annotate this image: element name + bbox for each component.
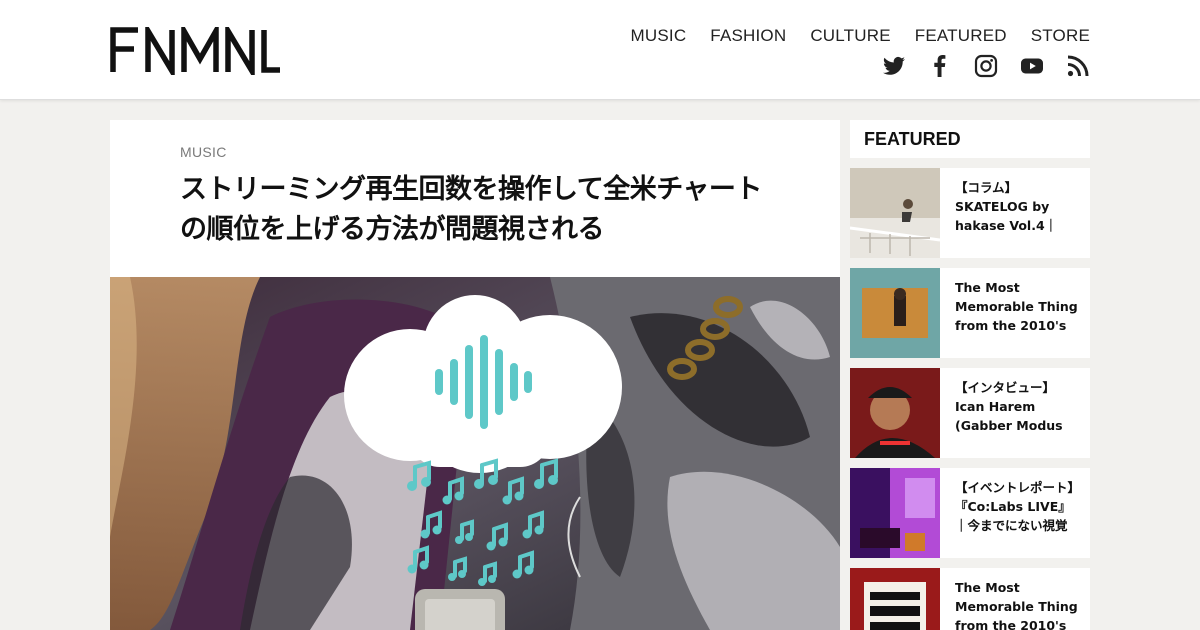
nav-featured[interactable]: FEATURED <box>915 26 1007 46</box>
twitter-icon[interactable] <box>882 54 906 78</box>
featured-card[interactable]: 【コラム】SKATELOG by hakase Vol.4｜2019 <box>850 168 1090 258</box>
featured-title[interactable]: The Most Memorable Thing from the 2010's… <box>955 578 1079 630</box>
hero-image[interactable] <box>110 277 840 630</box>
featured-thumbnail[interactable] <box>850 468 940 558</box>
featured-card[interactable]: 【イベントレポート】『Co:Labs LIVE』｜今までにない視覚と… <box>850 468 1090 558</box>
featured-thumbnail[interactable] <box>850 368 940 458</box>
rss-icon[interactable] <box>1066 54 1090 78</box>
featured-card[interactable]: The Most Memorable Thing from the 2010's… <box>850 268 1090 358</box>
site-header: MUSIC FASHION CULTURE FEATURED STORE <box>0 0 1200 100</box>
featured-card[interactable]: 【インタビュー】Ican Harem (Gabber Modus Operand… <box>850 368 1090 458</box>
featured-title[interactable]: 【イベントレポート】『Co:Labs LIVE』｜今までにない視覚と… <box>955 478 1079 538</box>
nav-store[interactable]: STORE <box>1031 26 1090 46</box>
nav-fashion[interactable]: FASHION <box>710 26 786 46</box>
featured-title[interactable]: The Most Memorable Thing from the 2010's… <box>955 278 1079 338</box>
sidebar-heading: FEATURED <box>850 120 1090 158</box>
main-nav: MUSIC FASHION CULTURE FEATURED STORE <box>631 26 1090 46</box>
nav-culture[interactable]: CULTURE <box>810 26 890 46</box>
featured-sidebar: FEATURED 【コラム】SKATELOG by hakase Vol.4｜2… <box>850 120 1090 630</box>
featured-title[interactable]: 【コラム】SKATELOG by hakase Vol.4｜2019 <box>955 178 1079 238</box>
article-title[interactable]: ストリーミング再生回数を操作して全米チャートの順位を上げる方法が問題視される <box>180 170 780 250</box>
site-logo[interactable] <box>110 20 280 81</box>
featured-thumbnail[interactable] <box>850 268 940 358</box>
social-links <box>882 54 1090 78</box>
article-card: MUSIC ストリーミング再生回数を操作して全米チャートの順位を上げる方法が問題… <box>110 120 840 630</box>
youtube-icon[interactable] <box>1020 54 1044 78</box>
article-category[interactable]: MUSIC <box>180 144 227 160</box>
facebook-icon[interactable] <box>928 54 952 78</box>
featured-card[interactable]: The Most Memorable Thing from the 2010's… <box>850 568 1090 630</box>
featured-title[interactable]: 【インタビュー】Ican Harem (Gabber Modus Operand… <box>955 378 1079 438</box>
nav-music[interactable]: MUSIC <box>631 26 687 46</box>
featured-thumbnail[interactable] <box>850 568 940 630</box>
logo-mark <box>110 20 280 81</box>
hero-illustration <box>110 277 840 630</box>
featured-thumbnail[interactable] <box>850 168 940 258</box>
instagram-icon[interactable] <box>974 54 998 78</box>
